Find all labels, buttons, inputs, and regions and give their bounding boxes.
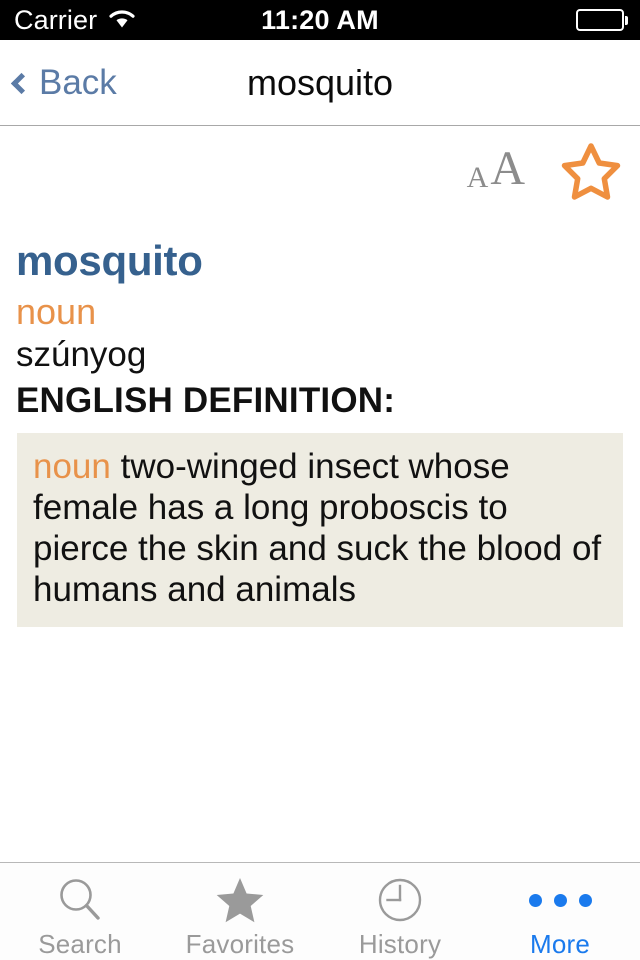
english-definition-heading: ENGLISH DEFINITION:	[16, 381, 396, 420]
entry-translation: szúnyog	[16, 335, 147, 374]
definition-part-of-speech: noun	[33, 447, 111, 486]
ellipsis-icon	[528, 875, 592, 925]
tab-history-label: History	[358, 929, 442, 959]
status-bar: Carrier 11:20 AM	[0, 0, 640, 40]
status-bar-time: 11:20 AM	[261, 4, 379, 35]
entry-toolbar: A A	[0, 127, 640, 222]
entry-content: mosquito noun szúnyog ENGLISH DEFINITION…	[0, 222, 640, 862]
app-screen: Carrier 11:20 AM Back mosquito A A mosqu…	[0, 0, 640, 960]
font-size-small-label: A	[466, 161, 489, 194]
definition-body: two-winged insect whose female has a lon…	[33, 447, 602, 609]
page-title: mosquito	[246, 62, 394, 103]
star-outline-icon	[561, 143, 621, 200]
definition-box: noun two-winged insect whose female has …	[17, 433, 623, 627]
tab-more-label: More	[529, 929, 591, 959]
navigation-bar: Back mosquito	[0, 40, 640, 126]
tab-search[interactable]: Search	[0, 863, 160, 960]
entry-part-of-speech: noun	[16, 291, 97, 332]
clock-icon	[375, 875, 425, 925]
star-filled-icon	[215, 875, 265, 925]
magnifier-icon	[55, 875, 105, 925]
tab-favorites[interactable]: Favorites	[160, 863, 320, 960]
status-bar-right	[575, 9, 628, 31]
tab-bar: Search Favorites History More	[0, 862, 640, 960]
favorite-button[interactable]	[560, 141, 622, 201]
tab-history[interactable]: History	[320, 863, 480, 960]
definition-text: noun two-winged insect whose female has …	[33, 447, 607, 611]
battery-full-icon	[575, 9, 628, 31]
entry-headword: mosquito	[16, 237, 203, 284]
tab-more[interactable]: More	[480, 863, 640, 960]
font-size-large-label: A	[490, 142, 525, 195]
text-size-icon[interactable]: A A	[467, 145, 525, 193]
tab-search-label: Search	[38, 929, 122, 959]
tab-favorites-label: Favorites	[185, 929, 295, 959]
